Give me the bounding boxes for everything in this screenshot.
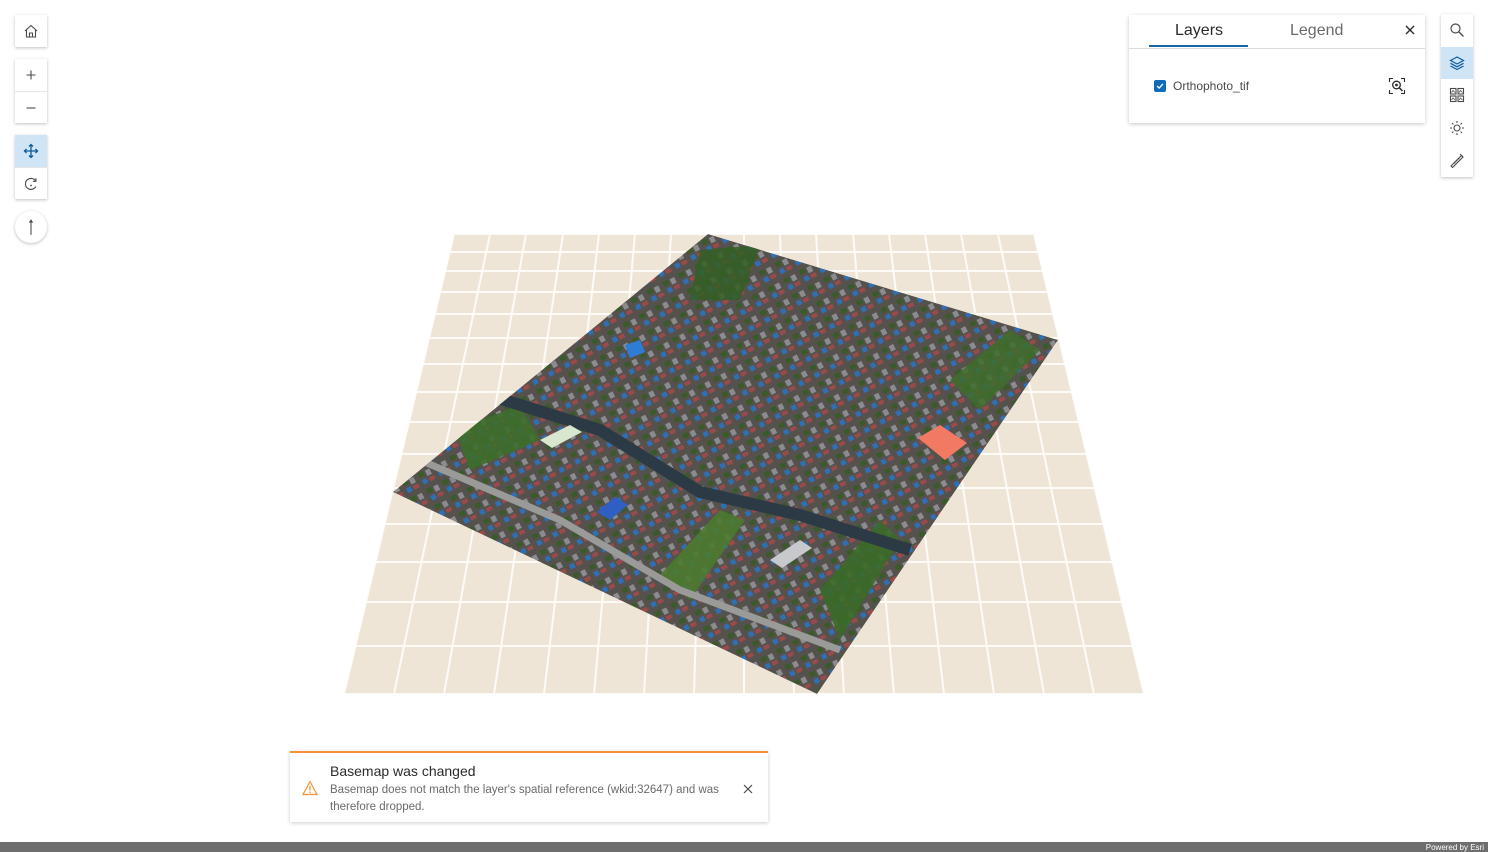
search-icon: [1450, 23, 1464, 38]
tab-layers[interactable]: Layers: [1175, 22, 1223, 40]
scene-canvas[interactable]: [0, 0, 1488, 842]
basemap-gallery-icon: [1449, 88, 1465, 103]
tab-legend[interactable]: Legend: [1290, 22, 1343, 40]
daylight-button[interactable]: [1441, 112, 1473, 145]
pan-button[interactable]: [15, 135, 47, 167]
attribution-text[interactable]: Powered by Esri: [1426, 843, 1484, 852]
compass-icon: [28, 219, 34, 235]
basemap-gallery-button[interactable]: [1441, 79, 1473, 112]
panel-tabs: Layers Legend: [1129, 15, 1425, 49]
measure-button[interactable]: [1441, 144, 1473, 177]
close-icon[interactable]: [742, 783, 754, 795]
rotate-icon: [24, 177, 37, 190]
layer-title: Orthophoto_tif: [1173, 79, 1250, 93]
layer-list-panel: Layers Legend Orthophoto_tif: [1129, 15, 1425, 123]
attribution-bar: Powered by Esri: [0, 842, 1488, 852]
compass-button[interactable]: [15, 211, 47, 243]
layers-button[interactable]: [1441, 46, 1473, 79]
basemap-changed-notice: Basemap was changed Basemap does not mat…: [290, 751, 768, 822]
zoom-out-icon: [26, 106, 36, 109]
zoom-control: [15, 59, 47, 123]
notice-title: Basemap was changed: [330, 763, 476, 779]
pan-icon: [23, 143, 39, 159]
home-control: [15, 15, 47, 47]
active-tab-indicator: [1149, 45, 1248, 47]
home-button[interactable]: [15, 15, 47, 47]
daylight-icon: [1450, 120, 1464, 135]
layer-item[interactable]: Orthophoto_tif: [1154, 79, 1249, 93]
zoom-to-layer-icon[interactable]: [1388, 77, 1406, 95]
measure-icon: [1450, 153, 1464, 169]
zoom-out-button[interactable]: [15, 91, 47, 123]
right-toolbar: [1441, 14, 1473, 177]
layers-icon: [1449, 56, 1465, 70]
warning-icon: [302, 780, 318, 796]
home-icon: [24, 24, 38, 38]
notice-message: Basemap does not match the layer's spati…: [330, 784, 719, 813]
rotate-button[interactable]: [15, 167, 47, 199]
checkmark-icon: [1156, 83, 1164, 90]
search-button[interactable]: [1441, 14, 1473, 47]
zoom-in-icon: [26, 70, 36, 80]
navigation-toggle: [15, 135, 47, 199]
scene-view[interactable]: Layers Legend Orthophoto_tif Basemap was…: [0, 0, 1488, 842]
zoom-in-button[interactable]: [15, 59, 47, 91]
layer-visibility-checkbox[interactable]: [1154, 80, 1166, 92]
close-icon[interactable]: [1403, 23, 1417, 37]
